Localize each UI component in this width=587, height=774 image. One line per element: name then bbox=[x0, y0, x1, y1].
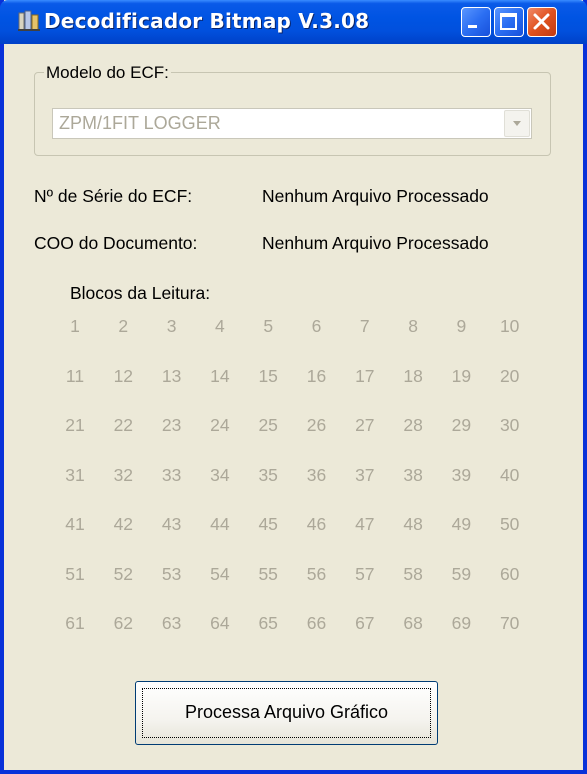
block-number: 4 bbox=[215, 316, 225, 336]
block-number: 55 bbox=[258, 563, 278, 584]
block-number: 10 bbox=[499, 316, 520, 336]
block-row: 11 12 13 14 15 16 17 18 19 20 bbox=[52, 366, 532, 396]
block-row: 41 42 43 44 45 46 47 48 49 50 bbox=[52, 514, 532, 544]
block-number: 6 bbox=[311, 316, 322, 336]
block-number: 32 bbox=[113, 464, 134, 485]
processa-arquivo-label: Processa Arquivo Gráfico bbox=[184, 702, 389, 722]
block-number: 14 bbox=[210, 365, 230, 386]
block-number: 7 bbox=[359, 316, 370, 336]
block-number: 52 bbox=[113, 563, 134, 584]
block-number: 30 bbox=[499, 415, 520, 435]
block-number: 15 bbox=[258, 365, 278, 386]
modelo-ecf-value: ZPM/1FIT LOGGER bbox=[59, 113, 221, 133]
block-number: 19 bbox=[451, 365, 472, 386]
block-number: 49 bbox=[451, 514, 472, 534]
block-number: 28 bbox=[403, 415, 423, 435]
dropdown-button[interactable] bbox=[504, 110, 530, 137]
block-number: 22 bbox=[113, 415, 134, 435]
block-number: 47 bbox=[355, 514, 375, 534]
block-number: 64 bbox=[210, 613, 230, 633]
block-number: 38 bbox=[403, 464, 423, 485]
block-number: 69 bbox=[451, 613, 472, 633]
block-row: 21 22 23 24 25 26 27 28 29 30 bbox=[52, 415, 532, 445]
maximize-icon bbox=[500, 13, 517, 30]
block-number: 66 bbox=[306, 613, 327, 633]
block-number: 58 bbox=[403, 563, 423, 584]
block-number: 33 bbox=[161, 464, 182, 485]
block-number: 51 bbox=[65, 563, 85, 584]
block-row: 1 2 3 4 5 6 7 8 9 10 bbox=[52, 316, 532, 346]
close-icon bbox=[533, 13, 550, 30]
block-number: 13 bbox=[161, 365, 182, 386]
block-number: 60 bbox=[499, 563, 520, 584]
block-number: 24 bbox=[210, 415, 230, 435]
block-number: 16 bbox=[306, 365, 327, 386]
block-number: 42 bbox=[113, 514, 134, 534]
block-number: 17 bbox=[355, 365, 375, 386]
block-number: 11 bbox=[65, 365, 85, 386]
block-number: 65 bbox=[258, 613, 278, 633]
block-number: 43 bbox=[161, 514, 182, 534]
app-icon bbox=[18, 10, 40, 32]
block-number: 62 bbox=[113, 613, 134, 633]
block-number: 48 bbox=[403, 514, 423, 534]
block-number: 20 bbox=[499, 365, 520, 386]
block-number: 40 bbox=[499, 464, 520, 485]
block-number: 2 bbox=[118, 316, 129, 336]
close-button[interactable] bbox=[527, 7, 557, 37]
block-number: 23 bbox=[161, 415, 182, 435]
blocos-label: Blocos da Leitura: bbox=[70, 283, 211, 303]
block-number: 63 bbox=[161, 613, 182, 633]
block-number: 35 bbox=[258, 464, 278, 485]
block-number: 67 bbox=[355, 613, 375, 633]
serie-value: Nenhum Arquivo Processado bbox=[262, 186, 489, 206]
window-title: Decodificador Bitmap V.3.08 bbox=[44, 9, 370, 33]
block-number: 37 bbox=[355, 464, 375, 485]
block-number: 61 bbox=[65, 613, 85, 633]
block-number: 21 bbox=[65, 415, 85, 435]
block-number: 18 bbox=[403, 365, 423, 386]
modelo-ecf-select[interactable]: ZPM/1FIT LOGGER bbox=[52, 108, 532, 139]
block-number: 29 bbox=[451, 415, 472, 435]
chevron-down-icon bbox=[513, 121, 521, 126]
block-number: 5 bbox=[263, 316, 274, 336]
block-number: 45 bbox=[258, 514, 278, 534]
block-number: 57 bbox=[355, 563, 375, 584]
coo-value: Nenhum Arquivo Processado bbox=[262, 233, 489, 253]
block-number: 70 bbox=[499, 613, 520, 633]
block-number: 8 bbox=[408, 316, 418, 336]
maximize-button[interactable] bbox=[494, 7, 524, 37]
modelo-legend: Modelo do ECF: bbox=[44, 63, 171, 83]
block-number: 12 bbox=[113, 365, 134, 386]
block-number: 59 bbox=[451, 563, 472, 584]
block-number: 39 bbox=[451, 464, 472, 485]
title-bar[interactable]: Decodificador Bitmap V.3.08 bbox=[0, 0, 587, 44]
block-number: 53 bbox=[161, 563, 182, 584]
block-number: 41 bbox=[65, 514, 85, 534]
block-number: 46 bbox=[306, 514, 327, 534]
block-number: 44 bbox=[210, 514, 230, 534]
block-number: 27 bbox=[355, 415, 375, 435]
block-row: 51 52 53 54 55 56 57 58 59 60 bbox=[52, 564, 532, 594]
block-number: 3 bbox=[166, 316, 177, 336]
block-number: 26 bbox=[306, 415, 327, 435]
block-number: 1 bbox=[70, 316, 80, 336]
coo-label: COO do Documento: bbox=[34, 233, 198, 253]
minimize-button[interactable] bbox=[461, 7, 491, 37]
serie-label: Nº de Série do ECF: bbox=[34, 186, 193, 206]
block-number: 36 bbox=[306, 464, 327, 485]
block-number: 68 bbox=[403, 613, 423, 633]
block-row: 61 62 63 64 65 66 67 68 69 70 bbox=[52, 613, 532, 643]
processa-arquivo-button[interactable]: Processa Arquivo Gráfico bbox=[135, 681, 438, 745]
block-row: 31 32 33 34 35 36 37 38 39 40 bbox=[52, 465, 532, 495]
block-number: 50 bbox=[499, 514, 520, 534]
block-number: 56 bbox=[306, 563, 327, 584]
block-number: 31 bbox=[65, 464, 85, 485]
minimize-icon bbox=[468, 25, 477, 28]
block-number: 9 bbox=[456, 316, 467, 336]
block-number: 25 bbox=[258, 415, 278, 435]
block-number: 54 bbox=[210, 563, 230, 584]
block-number: 34 bbox=[210, 464, 230, 485]
